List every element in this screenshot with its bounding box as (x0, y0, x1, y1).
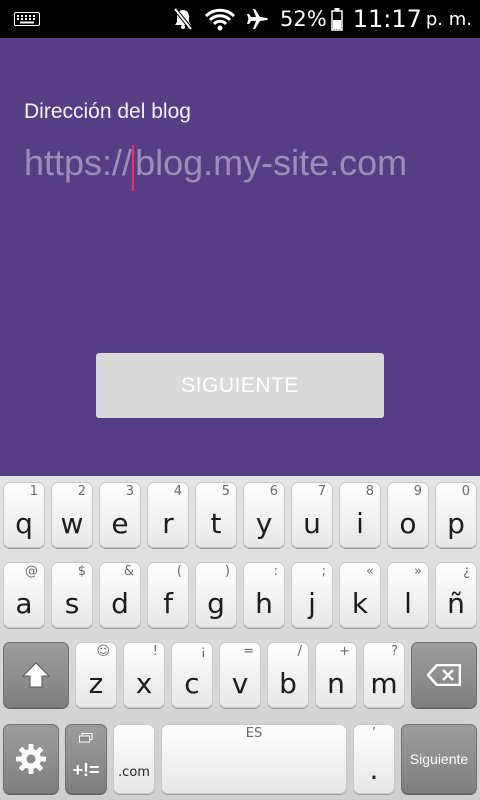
key-u[interactable]: 7u (291, 482, 333, 548)
key-m[interactable]: ? m (363, 642, 405, 708)
shift-key[interactable] (3, 642, 69, 708)
key-e[interactable]: 3e (99, 482, 141, 548)
url-placeholder: blog.my-site.com (135, 142, 408, 183)
status-icons: 52% 11:17 p. m. (172, 0, 472, 38)
key-a[interactable]: @ a (3, 562, 45, 628)
dot-com-key[interactable]: .com (113, 724, 155, 794)
key-c[interactable]: ¡ c (171, 642, 213, 708)
key-t[interactable]: 5t (195, 482, 237, 548)
blog-address-screen: Dirección del blog https://blog.my-site.… (0, 38, 480, 476)
key-l[interactable]: » l (387, 562, 429, 628)
wifi-icon (204, 8, 236, 31)
key-s[interactable]: $ s (51, 562, 93, 628)
battery-icon (330, 8, 343, 31)
key-v[interactable]: = v (219, 642, 261, 708)
enter-siguiente-key[interactable]: Siguiente (401, 724, 477, 794)
key-w[interactable]: 2w (51, 482, 93, 548)
onscreen-keyboard: 1q 2w 3e 4r 5t 6y 7u 8i 9o 0p @ a $ s & d (… (0, 476, 480, 800)
space-key[interactable]: ES (161, 724, 347, 794)
window-icon (79, 733, 93, 743)
airplane-icon (247, 9, 268, 29)
key-y[interactable]: 6y (243, 482, 285, 548)
blog-url-input[interactable]: https://blog.my-site.com (24, 138, 460, 191)
clock-time: 11:17 (352, 5, 422, 33)
key-n-tilde[interactable]: ¿ ñ (435, 562, 477, 628)
clock-ampm: p. m. (425, 8, 472, 30)
key-j[interactable]: ; j (291, 562, 333, 628)
key-d[interactable]: & d (99, 562, 141, 628)
key-k[interactable]: «k (339, 562, 381, 628)
settings-key[interactable] (3, 724, 59, 794)
backspace-icon (427, 664, 461, 686)
keyboard-icon (14, 12, 40, 26)
next-button[interactable]: SIGUIENTE (96, 353, 384, 418)
gear-icon (16, 744, 46, 774)
symbols-key[interactable]: +!= (65, 724, 107, 794)
key-n[interactable]: + n (315, 642, 357, 708)
shift-icon (21, 662, 51, 688)
key-x[interactable]: ! x (123, 642, 165, 708)
battery-percent: 52% (280, 7, 327, 31)
key-b[interactable]: / b (267, 642, 309, 708)
url-prefix: https:// (24, 142, 133, 183)
key-z[interactable]: ☺ z (75, 642, 117, 708)
key-i[interactable]: 8i (339, 482, 381, 548)
key-h[interactable]: :h (243, 562, 285, 628)
period-key[interactable]: ’. (353, 724, 395, 794)
backspace-key[interactable] (411, 642, 477, 708)
mute-icon (173, 7, 193, 31)
key-f[interactable]: (f (147, 562, 189, 628)
key-q[interactable]: 1q (3, 482, 45, 548)
text-cursor (132, 144, 135, 191)
field-label: Dirección del blog (24, 100, 191, 123)
key-r[interactable]: 4r (147, 482, 189, 548)
key-p[interactable]: 0p (435, 482, 477, 548)
key-g[interactable]: ) g (195, 562, 237, 628)
key-o[interactable]: 9o (387, 482, 429, 548)
status-bar: 52% 11:17 p. m. (0, 0, 480, 38)
